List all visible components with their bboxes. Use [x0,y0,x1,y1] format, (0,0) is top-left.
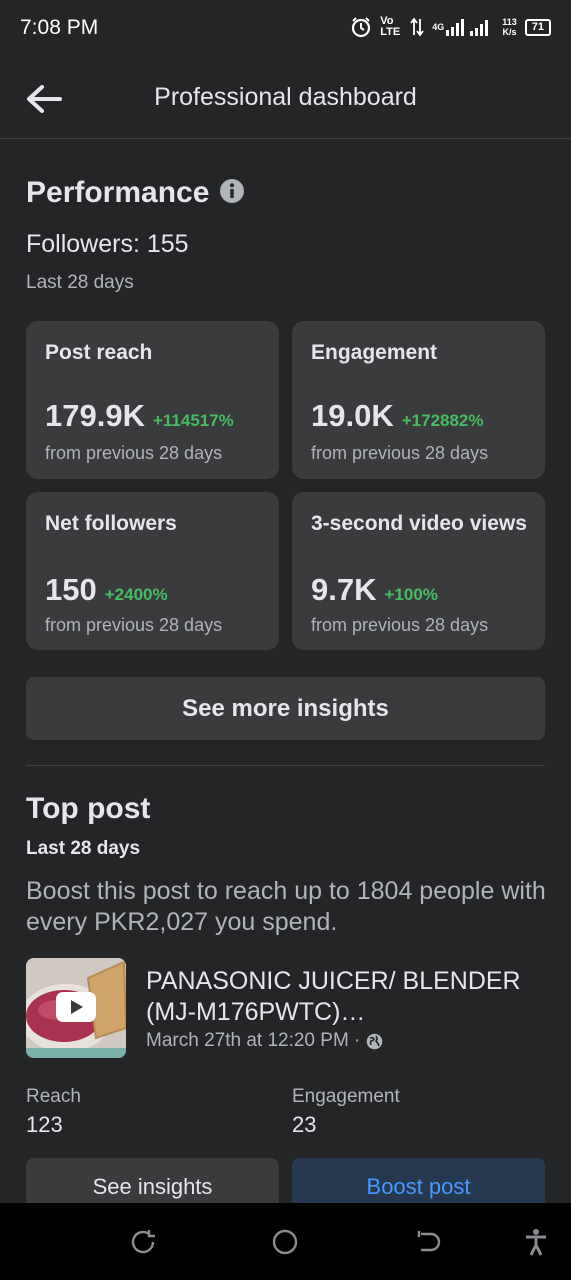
metric-delta: +2400% [104,585,168,604]
battery-indicator: 71 [524,18,551,36]
metric-comparison: from previous 28 days [311,615,489,635]
metric-value: 9.7K [311,572,377,607]
metric-card-post-reach[interactable]: Post reach 179.9K +114517% from previous … [26,321,279,479]
post-date: March 27th at 12:20 PM · [146,1030,361,1051]
metric-comparison: from previous 28 days [311,443,489,463]
metric-card-net-followers[interactable]: Net followers 150 +2400% from previous 28… [26,492,279,650]
alarm-icon [352,17,371,38]
top-post-heading: Top post [26,792,151,825]
metric-delta: +100% [384,585,438,604]
signal-type: 4G [432,21,445,32]
status-time: 7:08 PM [20,16,99,39]
section-divider [26,765,545,766]
metric-comparison: from previous 28 days [45,443,223,463]
recents-button[interactable] [129,1228,157,1256]
globe-icon [367,1033,383,1049]
performance-heading: Performance [26,176,210,209]
metric-label: Engagement [311,341,438,364]
metric-card-video-views[interactable]: 3-second video views 9.7K +100% from prev… [292,492,545,650]
home-icon [272,1229,298,1255]
post-meta: March 27th at 12:20 PM · [146,1030,383,1052]
performance-period: Last 28 days [26,272,134,293]
metric-label: Post reach [45,341,153,364]
status-icons: Vo LTE 4G 113 K/s 71 [350,16,551,38]
metric-value-row: 179.9K +114517% [45,398,234,434]
network-text: Vo LTE [380,15,401,38]
metric-delta: +114517% [152,411,234,430]
system-nav-bar [0,1203,571,1280]
followers-count: Followers: 155 [26,230,189,258]
video-play-icon [56,992,96,1022]
top-post-period: Last 28 days [26,838,141,859]
status-bar: 7:08 PM Vo LTE 4G 113 K/s 71 [0,0,571,58]
metric-card-engagement[interactable]: Engagement 19.0K +172882% from previous 2… [292,321,545,479]
metric-label: Net followers [45,512,177,535]
metric-value-row: 150 +2400% [45,572,168,608]
info-icon [220,179,244,203]
app-header: Professional dashboard [0,58,571,139]
home-button[interactable] [271,1228,299,1256]
metric-value: 179.9K [45,398,145,433]
metric-value: 19.0K [311,398,394,433]
speed-value: 113 [502,17,517,27]
boost-description: Boost this post to reach up to 1804 peop… [26,877,546,936]
recents-icon [131,1230,155,1254]
see-more-insights-button[interactable]: See more insights [26,677,545,740]
speed-unit: K/s [502,27,517,37]
post-thumbnail[interactable] [26,958,126,1058]
page-title: Professional dashboard [154,83,417,111]
metric-value-row: 19.0K +172882% [311,398,484,434]
metric-comparison: from previous 28 days [45,615,223,635]
back-nav-icon [417,1231,441,1252]
info-button[interactable] [219,178,245,204]
metric-delta: +172882% [401,411,484,430]
post-title[interactable]: PANASONIC JUICER/ BLENDER (MJ-M176PWTC)… [146,966,546,1028]
engagement-value: 23 [292,1112,317,1137]
reach-value: 123 [26,1112,63,1137]
accessibility-icon [526,1229,546,1256]
accessibility-button[interactable] [522,1228,550,1256]
signal-icon [446,19,489,36]
metric-label: 3-second video views [311,512,527,535]
reach-label: Reach [26,1086,81,1107]
back-nav-button[interactable] [415,1228,443,1256]
data-arrows-icon [410,17,424,37]
metric-value-row: 9.7K +100% [311,572,438,608]
engagement-label: Engagement [292,1086,400,1107]
metric-value: 150 [45,572,97,607]
